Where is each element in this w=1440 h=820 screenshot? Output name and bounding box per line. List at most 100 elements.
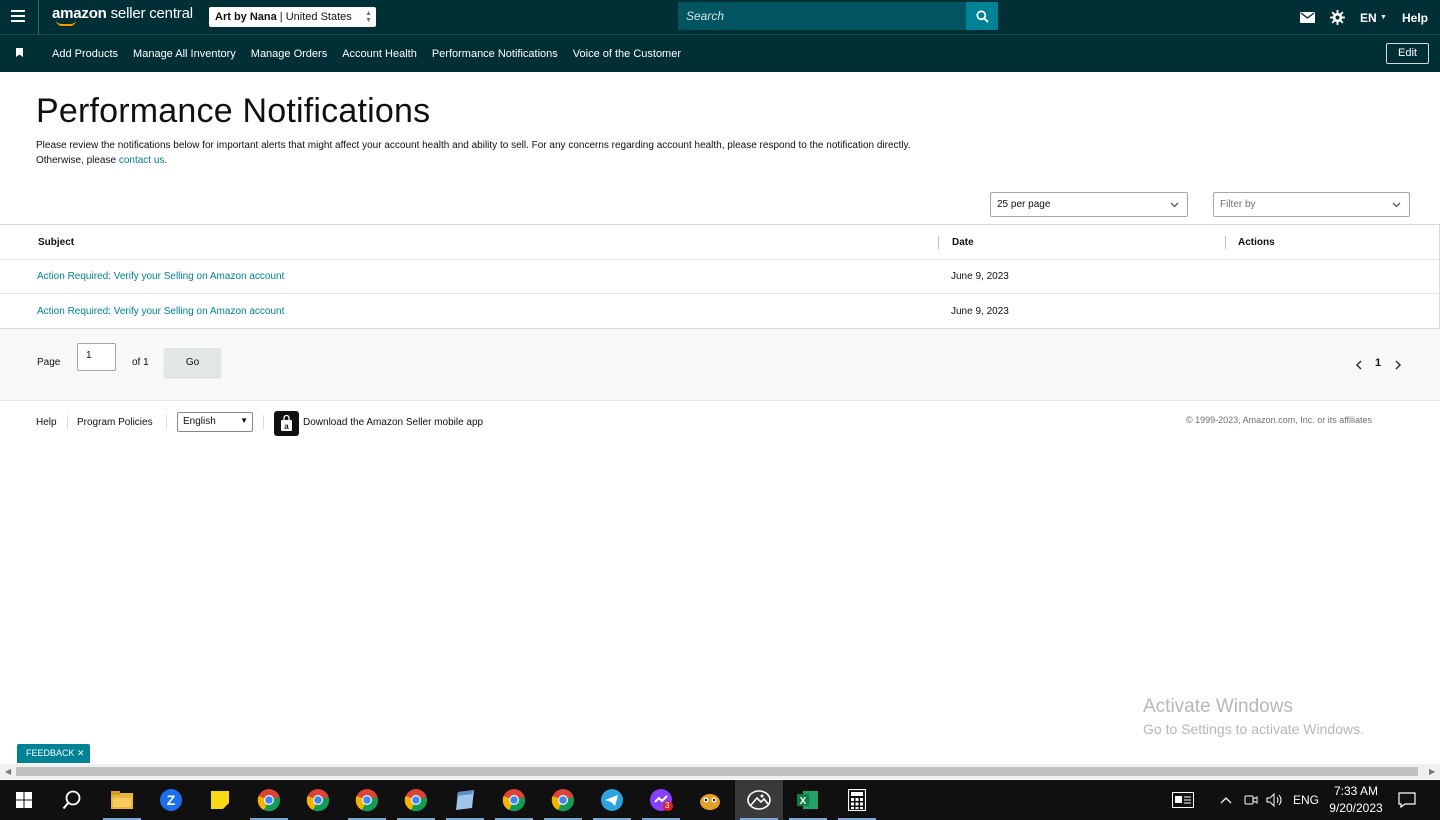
menu-icon[interactable] [11,10,25,22]
store-selector[interactable]: Art by Nana | United States ▲ ▼ [209,7,376,27]
footer: Help Program Policies English ▼ a Downlo… [0,402,1440,442]
pagination-bar: Page 1 of 1 Go 1 [0,329,1440,401]
nav-manage-all-inventory[interactable]: Manage All Inventory [133,48,236,60]
clock-time: 7:33 AM [1333,784,1379,798]
footer-help-link[interactable]: Help [36,417,57,428]
chrome-icon[interactable] [490,780,538,820]
file-explorer-icon[interactable] [98,780,146,820]
notepad-icon[interactable] [441,780,489,820]
system-clock[interactable]: 7:33 AM 9/20/2023 [1326,783,1386,817]
divider [263,415,264,429]
language-selector[interactable]: EN ▼ [1360,0,1387,35]
notifications-table: Subject Date Actions Action Required: Ve… [0,224,1440,329]
notifications-icon[interactable] [1398,780,1416,820]
input-language-indicator[interactable]: ENG [1293,780,1319,820]
filter-select[interactable]: Filter by [1213,192,1410,217]
notification-date: June 9, 2023 [951,306,1009,317]
watermark-subtitle: Go to Settings to activate Windows. [1143,721,1364,737]
caret-down-icon: ▼ [240,416,248,425]
nav-account-health[interactable]: Account Health [342,48,417,60]
svg-text:Z: Z [167,792,176,808]
page-title: Performance Notifications [36,92,431,130]
chrome-icon[interactable] [392,780,440,820]
svg-text:a: a [284,422,289,431]
activate-windows-watermark: Activate Windows Go to Settings to activ… [1143,696,1364,737]
intro-line-2-suffix: . [164,155,168,166]
per-page-select[interactable]: 25 per page [990,192,1188,217]
table-header: Subject Date Actions [0,225,1439,260]
logo-sub-text: seller central [110,5,193,22]
caret-down-icon: ▼ [1380,14,1387,21]
watermark-title: Activate Windows [1143,696,1293,717]
search-input[interactable]: Search [678,2,967,30]
scrollbar-thumb[interactable] [16,767,1418,776]
edit-button[interactable]: Edit [1386,43,1429,64]
divider [166,415,167,429]
nav-voice-of-the-customer[interactable]: Voice of the Customer [573,48,681,60]
chevron-down-icon [1170,202,1179,208]
start-icon[interactable] [0,780,48,820]
app-icon[interactable] [686,780,734,820]
current-page-number[interactable]: 1 [1375,357,1381,369]
contact-us-link[interactable]: contact us [119,155,165,166]
clock-date: 9/20/2023 [1329,801,1383,815]
chevron-right-icon[interactable] [1394,360,1402,370]
amazon-seller-app-icon[interactable]: a [274,411,299,436]
mail-icon[interactable] [1300,0,1315,35]
intro-line-2-prefix: Otherwise, please [36,155,119,166]
download-app-link[interactable]: Download the Amazon Seller mobile app [303,417,483,428]
chevron-left-icon[interactable] [1355,360,1363,370]
store-name: Art by Nana [215,11,277,23]
divider [67,415,68,429]
column-header-subject[interactable]: Subject [38,237,74,248]
table-row: Action Required: Verify your Selling on … [0,295,1439,329]
search-button[interactable] [966,2,998,30]
gear-icon[interactable] [1330,0,1345,35]
column-divider [1225,236,1226,249]
telegram-icon[interactable] [588,780,636,820]
chrome-icon[interactable] [343,780,391,820]
messenger-icon[interactable]: 3 [637,780,685,820]
meet-now-icon[interactable] [1244,780,1258,820]
filter-placeholder: Filter by [1220,199,1256,210]
nav-manage-orders[interactable]: Manage Orders [251,48,327,60]
nav-add-products[interactable]: Add Products [52,48,118,60]
chrome-icon[interactable] [245,780,293,820]
chrome-icon[interactable] [294,780,342,820]
chevron-up-icon[interactable] [1220,780,1232,820]
notification-subject-link[interactable]: Action Required: Verify your Selling on … [37,306,284,317]
intro-line-1: Please review the notifications below fo… [36,140,911,151]
store-region: United States [285,11,352,23]
copyright-text: © 1999-2023, Amazon.com, Inc. or its aff… [1186,415,1373,425]
horizontal-scrollbar[interactable]: ◀ ▶ [0,764,1440,779]
column-header-date[interactable]: Date [952,237,974,248]
footer-program-policies-link[interactable]: Program Policies [77,417,153,428]
scroll-right-icon[interactable]: ▶ [1429,767,1435,776]
close-icon[interactable]: ✕ [77,748,85,758]
photos-icon[interactable] [735,780,783,820]
help-link[interactable]: Help [1402,0,1428,35]
nav-performance-notifications[interactable]: Performance Notifications [432,48,558,60]
zalo-icon[interactable]: Z [147,780,195,820]
footer-language-select[interactable]: English ▼ [177,412,253,432]
chrome-icon[interactable] [539,780,587,820]
intro-text: Please review the notifications below fo… [36,138,996,168]
page-number-input[interactable]: 1 [77,343,116,371]
scroll-left-icon[interactable]: ◀ [5,767,11,776]
bookmark-icon[interactable] [16,48,23,57]
volume-icon[interactable] [1266,780,1284,820]
feedback-tab[interactable]: FEEDBACK ✕ [17,744,90,763]
column-header-actions: Actions [1238,237,1275,248]
search-icon[interactable] [48,780,96,820]
column-divider [938,236,939,249]
news-widget-icon[interactable] [1172,780,1194,820]
intro-line-2: Otherwise, please contact us. [36,153,996,168]
sticky-notes-icon[interactable] [196,780,244,820]
page-total-label: of 1 [132,357,149,368]
excel-icon[interactable]: X [784,780,832,820]
go-button[interactable]: Go [164,348,221,377]
notification-subject-link[interactable]: Action Required: Verify your Selling on … [37,271,284,282]
feedback-label: FEEDBACK [26,748,75,758]
per-page-value: 25 per page [997,199,1051,210]
calculator-icon[interactable] [833,780,881,820]
